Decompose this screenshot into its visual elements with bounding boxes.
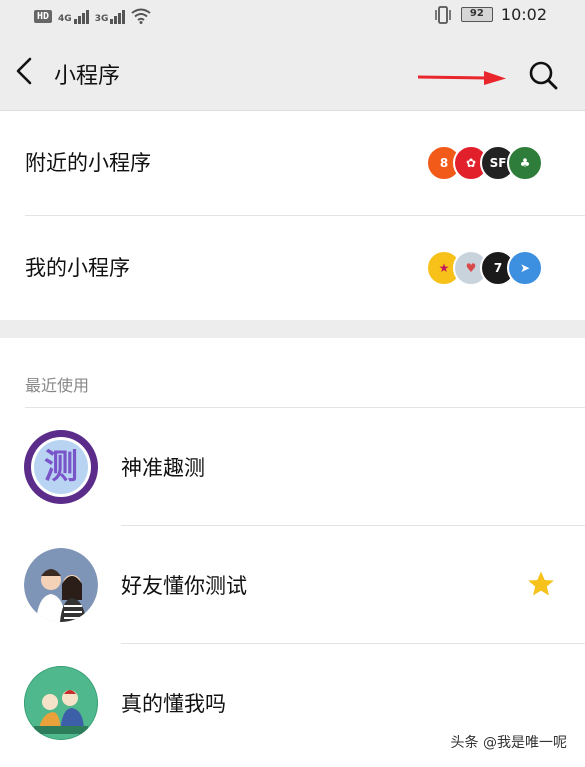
recent-label: 最近使用 bbox=[25, 376, 90, 395]
net-type-label: 3G bbox=[94, 14, 109, 24]
search-icon[interactable] bbox=[526, 58, 560, 92]
avatar-text: 测 bbox=[44, 447, 78, 487]
star-icon[interactable] bbox=[527, 570, 555, 598]
nav-header: 小程序 bbox=[0, 32, 585, 110]
miniprogram-entries: 附近的小程序 8 ✿ SF ♣ 我的小程序 ★ ♥ 7 ➤ bbox=[0, 110, 585, 320]
vibrate-icon bbox=[435, 5, 451, 24]
signal-bars-icon bbox=[110, 8, 126, 24]
signal-4g: 4G bbox=[58, 8, 89, 24]
app-avatar bbox=[24, 548, 98, 622]
status-time: 10:02 bbox=[500, 5, 547, 24]
app-name: 好友懂你测试 bbox=[121, 574, 247, 598]
app-avatar: 测 bbox=[24, 430, 98, 504]
status-left: HD 4G 3G bbox=[34, 8, 151, 24]
signal-3g: 3G bbox=[95, 8, 126, 24]
mine-thumbs: ★ ♥ 7 ➤ bbox=[426, 250, 543, 286]
recent-item-0[interactable]: 测 神准趣测 bbox=[0, 408, 585, 526]
mine-label: 我的小程序 bbox=[25, 256, 130, 280]
app-name: 神准趣测 bbox=[121, 456, 205, 480]
back-chevron-icon[interactable] bbox=[12, 56, 38, 86]
couple-avatar-icon bbox=[24, 548, 98, 622]
app-avatar bbox=[24, 666, 98, 740]
nearby-miniprograms-row[interactable]: 附近的小程序 8 ✿ SF ♣ bbox=[0, 111, 585, 216]
status-right: 92 10:02 bbox=[433, 5, 547, 24]
blue-app-icon: ➤ bbox=[507, 250, 543, 286]
battery-icon: 92 bbox=[460, 7, 493, 22]
recent-section: 最近使用 测 神准趣测 好友懂你测试 真的懂我吗 bbox=[0, 338, 585, 767]
recent-item-1[interactable]: 好友懂你测试 bbox=[0, 526, 585, 644]
nearby-thumbs: 8 ✿ SF ♣ bbox=[426, 145, 543, 181]
hd-badge: HD bbox=[34, 9, 53, 23]
nearby-label: 附近的小程序 bbox=[25, 151, 151, 175]
signal-bars-icon bbox=[73, 8, 89, 24]
red-arrow-annotation bbox=[418, 71, 506, 85]
status-bar: HD 4G 3G 92 10:02 bbox=[0, 0, 585, 32]
net-type-label: 4G bbox=[58, 14, 72, 24]
wifi-icon bbox=[131, 8, 151, 24]
my-miniprograms-row[interactable]: 我的小程序 ★ ♥ 7 ➤ bbox=[0, 216, 585, 320]
app-name: 真的懂我吗 bbox=[121, 692, 226, 716]
page-title: 小程序 bbox=[54, 64, 121, 89]
watermark: 头条 @我是唯一呢 bbox=[446, 731, 571, 753]
green-app-icon: ♣ bbox=[507, 145, 543, 181]
friends-avatar-icon bbox=[24, 666, 98, 740]
